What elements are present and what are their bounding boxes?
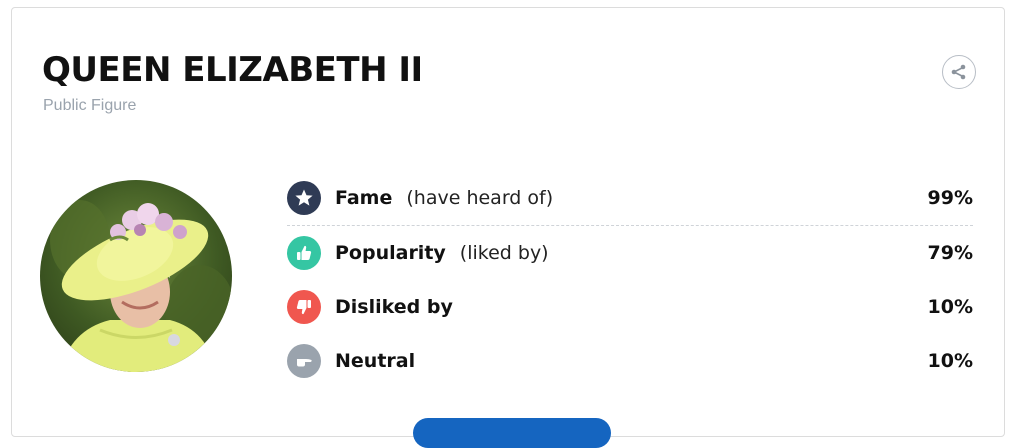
- stat-row-fame: Fame (have heard of) 99%: [287, 171, 973, 226]
- stat-label: Fame: [335, 187, 393, 209]
- popularity-badge: [287, 236, 321, 270]
- portrait-photo: [40, 180, 232, 372]
- stats-list: Fame (have heard of) 99% Popularity (lik…: [287, 171, 973, 388]
- stat-label: Disliked by: [335, 296, 453, 318]
- stat-qualifier: (liked by): [459, 242, 549, 264]
- page-title: QUEEN ELIZABETH II: [42, 50, 423, 90]
- stat-label: Popularity: [335, 242, 446, 264]
- stat-value: 99%: [927, 187, 973, 209]
- stat-row-popularity: Popularity (liked by) 79%: [287, 226, 973, 280]
- share-button[interactable]: [942, 55, 976, 89]
- stat-label: Neutral: [335, 350, 416, 372]
- star-icon: [295, 189, 313, 206]
- stat-row-disliked: Disliked by 10%: [287, 280, 973, 334]
- avatar: [40, 180, 232, 372]
- disliked-badge: [287, 290, 321, 324]
- primary-action-button[interactable]: [413, 418, 611, 448]
- stat-row-neutral: Neutral 10%: [287, 334, 973, 388]
- stat-value: 10%: [927, 350, 973, 372]
- share-icon: [951, 64, 966, 80]
- stat-value: 10%: [927, 296, 973, 318]
- thumbs-up-icon: [297, 245, 312, 260]
- profile-card: QUEEN ELIZABETH II Public Figure Fame (h…: [11, 7, 1005, 448]
- neutral-badge: [287, 344, 321, 378]
- fame-badge: [287, 181, 321, 215]
- hand-point-icon: [297, 359, 312, 367]
- thumbs-down-icon: [296, 300, 311, 315]
- stat-value: 79%: [927, 242, 973, 264]
- category-label: Public Figure: [43, 97, 137, 114]
- stat-qualifier: (have heard of): [406, 187, 554, 209]
